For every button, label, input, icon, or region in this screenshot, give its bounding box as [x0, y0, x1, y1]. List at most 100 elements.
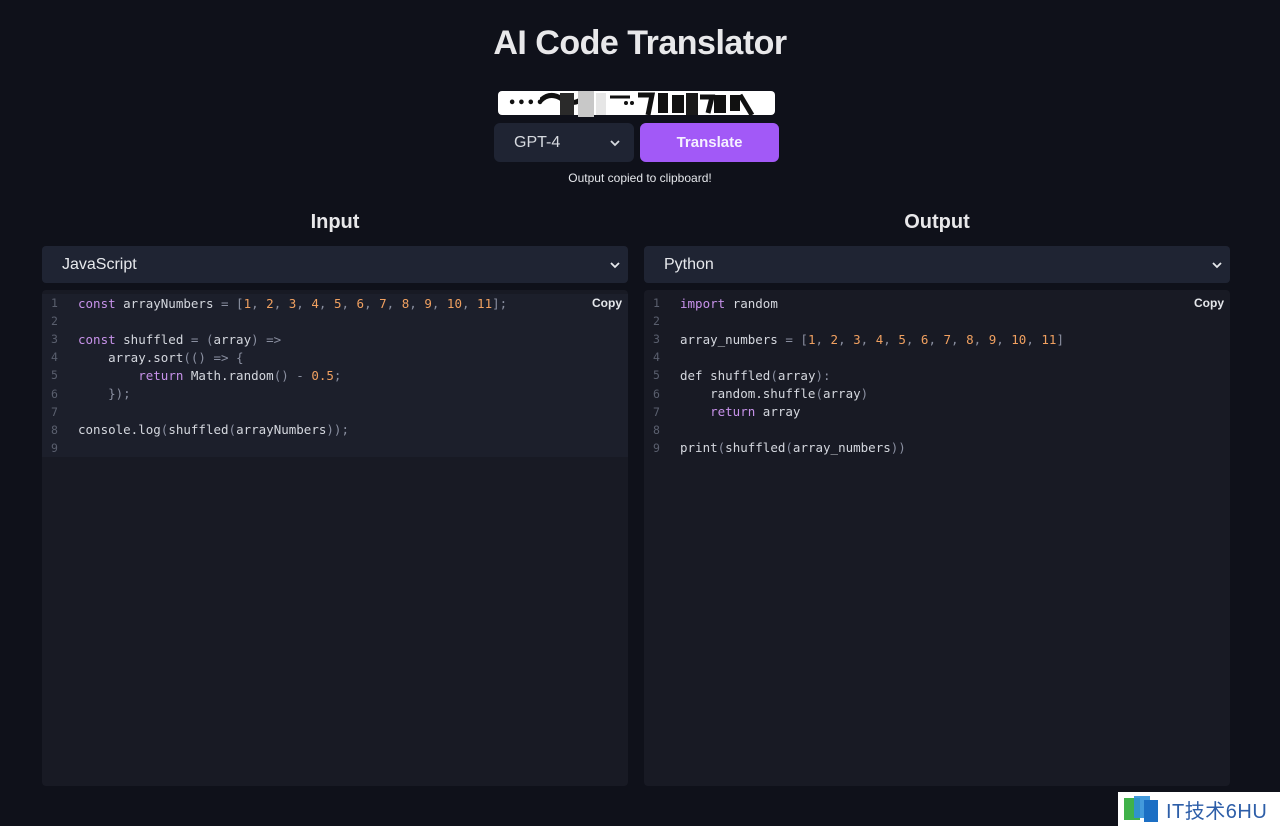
code-token: return: [138, 367, 191, 383]
model-select[interactable]: GPT-4: [494, 123, 634, 162]
code-token: print: [680, 440, 718, 456]
chevron-down-icon: [610, 139, 620, 146]
code-token: ):: [815, 367, 831, 383]
code-line: 2: [42, 312, 628, 331]
input-code-editor[interactable]: 1 const arrayNumbers = [1, 2, 3, 4, 5, 6,…: [42, 290, 628, 786]
watermark-logo-icon: [1124, 796, 1158, 822]
code-text: def shuffled(array):: [680, 368, 831, 383]
code-line: 9 print(shuffled(array_numbers)): [644, 439, 1230, 457]
chevron-down-icon: [1212, 261, 1222, 268]
line-number: 2: [51, 314, 58, 329]
code-line: 7 return array: [644, 403, 1230, 421]
code-token: array: [777, 367, 816, 383]
code-token: ): [860, 386, 869, 402]
code-token: ,: [409, 295, 425, 311]
code-token: ,: [883, 331, 899, 347]
code-token: ,: [951, 331, 967, 347]
code-token: 6: [356, 295, 365, 311]
code-token: 10: [446, 295, 462, 311]
code-token: = [: [785, 331, 808, 347]
code-line: 3 const shuffled = (array) =>: [42, 330, 628, 349]
code-token: ,: [928, 331, 944, 347]
code-token: });: [78, 386, 131, 402]
code-token: ,: [296, 295, 312, 311]
watermark: IT技术6HU: [1118, 792, 1280, 826]
code-line: 2: [644, 312, 1230, 330]
code-token: ,: [860, 331, 876, 347]
code-token: array: [762, 404, 801, 420]
code-text: import random: [680, 296, 778, 311]
code-line: 7: [42, 402, 628, 421]
input-code-body[interactable]: 1 const arrayNumbers = [1, 2, 3, 4, 5, 6,…: [42, 290, 628, 457]
code-token: ,: [318, 295, 334, 311]
code-token: 0.5: [311, 367, 334, 383]
line-number: 1: [51, 296, 58, 311]
input-copy-button[interactable]: Copy: [590, 296, 624, 310]
code-token: return: [710, 404, 763, 420]
code-token: array: [213, 331, 252, 347]
code-token: (: [228, 422, 237, 438]
code-token: array.sort: [78, 349, 184, 365]
code-token: const: [78, 331, 124, 347]
code-token: ) =>: [251, 331, 282, 347]
code-token: console.log: [78, 422, 161, 438]
code-token: 2: [830, 331, 839, 347]
code-line: 5 return Math.random() - 0.5;: [42, 366, 628, 385]
page-title: AI Code Translator: [493, 24, 787, 62]
code-token: ,: [461, 295, 478, 311]
output-code-editor[interactable]: 1 import random 2 3 array_numbers = [1, 2, 3…: [644, 290, 1230, 786]
api-key-input[interactable]: [498, 91, 775, 115]
code-line: 1 import random: [644, 294, 1230, 312]
code-token: random: [732, 295, 778, 311]
code-line: 6 random.shuffle(array): [644, 384, 1230, 402]
watermark-text: IT技术6HU: [1166, 800, 1268, 823]
code-line: 4: [644, 348, 1230, 366]
code-token: ;: [333, 367, 342, 383]
code-token: ,: [973, 331, 989, 347]
code-token: arrayNumbers: [236, 422, 327, 438]
code-token: shuffled: [725, 440, 786, 456]
code-line: 5 def shuffled(array):: [644, 366, 1230, 384]
code-token: )): [890, 440, 906, 456]
code-token: 8: [966, 331, 974, 347]
input-language-value: JavaScript: [62, 255, 137, 273]
code-token: 2: [266, 295, 274, 311]
code-token: = [: [221, 295, 244, 311]
output-copy-button[interactable]: Copy: [1192, 296, 1226, 310]
output-language-select[interactable]: Python: [644, 246, 1230, 283]
code-line: 9: [42, 438, 628, 457]
code-token: = (: [190, 331, 214, 347]
code-line: 1 const arrayNumbers = [1, 2, 3, 4, 5, 6,…: [42, 294, 628, 313]
output-code-body[interactable]: 1 import random 2 3 array_numbers = [1, 2, 3…: [644, 290, 1230, 457]
line-number: 2: [653, 314, 660, 329]
code-token: ,: [431, 295, 447, 311]
code-text: });: [78, 386, 131, 401]
code-token: (() => {: [183, 349, 244, 365]
input-language-select[interactable]: JavaScript: [42, 246, 628, 283]
code-token: def: [680, 367, 711, 383]
code-token: ,: [996, 331, 1012, 347]
model-select-value: GPT-4: [514, 133, 561, 151]
code-token: (: [770, 367, 778, 383]
line-number: 5: [51, 368, 58, 383]
line-number: 9: [51, 440, 58, 455]
code-token: array_numbers: [680, 331, 786, 347]
line-number: 3: [51, 332, 58, 347]
code-line: 8: [644, 421, 1230, 439]
code-text: return Math.random() - 0.5;: [78, 368, 341, 383]
code-token: shuffled: [710, 367, 771, 383]
line-number: 8: [653, 422, 660, 437]
code-line: 6 });: [42, 384, 628, 403]
code-text: array.sort(() => {: [78, 349, 244, 365]
code-token: 3: [853, 331, 861, 347]
code-token: 11: [1041, 331, 1057, 347]
code-token: array: [823, 386, 861, 402]
code-token: Math.random: [190, 367, 274, 383]
translate-button[interactable]: Translate: [640, 123, 779, 162]
code-token: import: [680, 295, 733, 311]
code-token: 1: [243, 295, 252, 311]
code-token: ,: [1026, 331, 1042, 347]
code-token: arrayNumbers: [123, 295, 221, 311]
code-token: ,: [815, 331, 831, 347]
